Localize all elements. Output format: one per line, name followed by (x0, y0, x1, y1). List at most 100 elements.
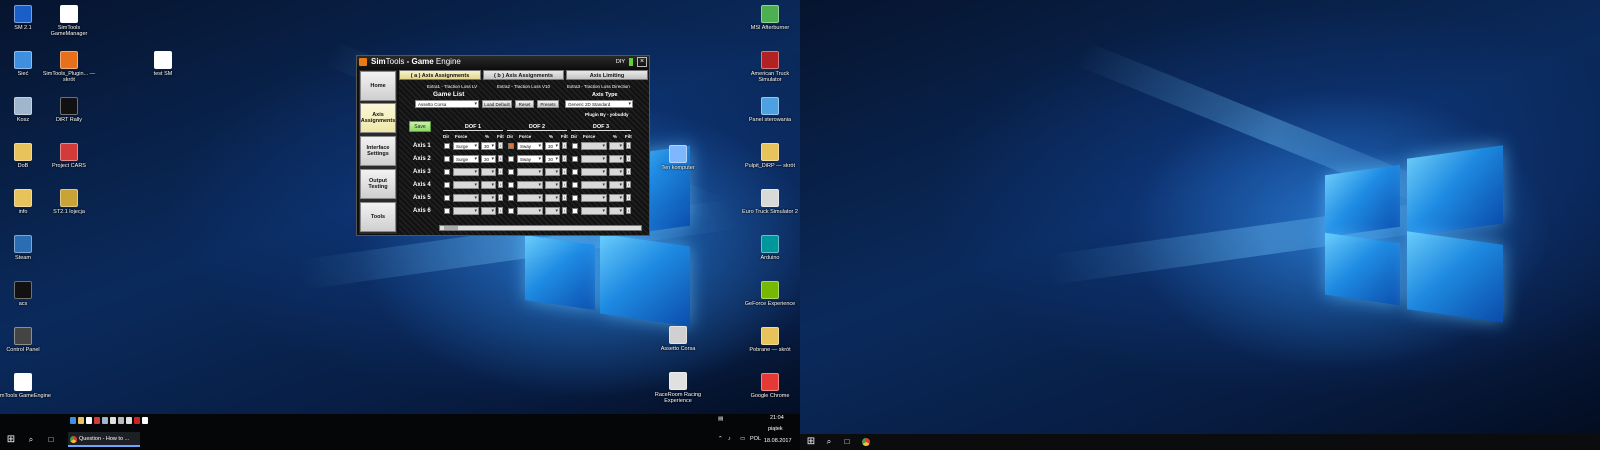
percent-select[interactable] (481, 194, 496, 202)
sidebar-home-button[interactable]: Home (360, 71, 396, 101)
filter-stepper[interactable]: ↕ (562, 168, 567, 175)
volume-icon[interactable]: ♪ (728, 436, 731, 442)
direction-checkbox[interactable] (444, 195, 450, 201)
start-button[interactable]: ⊞ (4, 432, 18, 448)
filter-stepper[interactable]: ↕ (626, 181, 631, 188)
reset-button[interactable]: Reset (515, 100, 534, 108)
filter-stepper[interactable]: ↕ (562, 142, 567, 149)
desktop-icon[interactable]: Google Chrome (742, 373, 798, 399)
axis-type-select[interactable]: Generic 2D Standard (565, 100, 633, 108)
quick-launch-icon[interactable] (110, 417, 116, 424)
direction-checkbox[interactable] (444, 182, 450, 188)
quick-launch-icon[interactable] (142, 417, 148, 424)
desktop-icon[interactable]: Panel sterowania (742, 97, 798, 123)
quick-launch-icon[interactable] (102, 417, 108, 424)
direction-checkbox[interactable] (508, 143, 514, 149)
filter-stepper[interactable]: ↕ (626, 155, 631, 162)
percent-select[interactable] (609, 168, 624, 176)
filter-stepper[interactable]: ↕ (498, 155, 503, 162)
search-icon[interactable]: ⌕ (822, 434, 836, 450)
filter-stepper[interactable]: ↕ (498, 181, 503, 188)
filter-stepper[interactable]: ↕ (498, 194, 503, 201)
filter-stepper[interactable]: ↕ (626, 194, 631, 201)
force-select[interactable] (581, 181, 607, 189)
force-select[interactable] (453, 194, 479, 202)
filter-stepper[interactable]: ↕ (498, 207, 503, 214)
desktop-icon[interactable]: MSI Afterburner (742, 5, 798, 31)
force-select[interactable] (517, 194, 543, 202)
percent-select[interactable]: 30 (545, 142, 560, 150)
percent-select[interactable] (545, 168, 560, 176)
filter-stepper[interactable]: ↕ (562, 194, 567, 201)
scrollbar-thumb[interactable] (444, 226, 458, 230)
task-view-icon[interactable]: □ (44, 432, 58, 448)
tab-1[interactable]: ( a ) Axis Assignments (399, 70, 481, 80)
force-select[interactable] (453, 207, 479, 215)
quick-launch-icon[interactable] (118, 417, 124, 424)
force-select[interactable] (517, 168, 543, 176)
desktop-icon[interactable]: Euro Truck Simulator 2 (742, 189, 798, 215)
direction-checkbox[interactable] (572, 208, 578, 214)
direction-checkbox[interactable] (444, 169, 450, 175)
save-button[interactable]: Save (409, 121, 431, 132)
quick-launch-icon[interactable] (86, 417, 92, 424)
desktop-icon[interactable]: SimTools_Plugin... — skrót (41, 51, 97, 83)
force-select[interactable]: Sway (517, 155, 543, 163)
quick-launch-icon[interactable] (70, 417, 76, 424)
action-center-icon[interactable]: ▭ (740, 436, 745, 442)
filter-stepper[interactable]: ↕ (498, 168, 503, 175)
desktop-icon[interactable]: Arduino (742, 235, 798, 261)
direction-checkbox[interactable] (444, 143, 450, 149)
desktop-icon[interactable]: SimTools GameEngine (0, 373, 51, 399)
sidebar-axis-assignments-button[interactable]: Axis Assignments (360, 103, 396, 133)
search-icon[interactable]: ⌕ (24, 432, 38, 448)
percent-select[interactable] (481, 168, 496, 176)
sidebar-output-testing-button[interactable]: Output Testing (360, 169, 396, 199)
language-indicator[interactable]: POL (750, 436, 761, 442)
filter-stepper[interactable]: ↕ (626, 168, 631, 175)
desktop-icon[interactable]: Steam (0, 235, 51, 261)
quick-launch-icon[interactable] (78, 417, 84, 424)
percent-select[interactable] (609, 194, 624, 202)
percent-select[interactable] (545, 194, 560, 202)
percent-select[interactable] (481, 207, 496, 215)
desktop-icon[interactable]: DiRT Rally (41, 97, 97, 123)
network-tray-icon[interactable]: ▤ (718, 416, 723, 422)
close-button[interactable]: × (637, 57, 647, 67)
title-bar[interactable]: SimTools - Game Engine DIY × (357, 56, 649, 68)
force-select[interactable]: Surge (453, 155, 479, 163)
filter-stepper[interactable]: ↕ (626, 207, 631, 214)
desktop-icon[interactable]: ST2.1 lojecja (41, 189, 97, 215)
direction-checkbox[interactable] (508, 169, 514, 175)
direction-checkbox[interactable] (508, 195, 514, 201)
percent-select[interactable] (481, 181, 496, 189)
desktop-icon[interactable]: acs (0, 281, 51, 307)
desktop-icon[interactable]: Pulpit_DiRP — skrót (742, 143, 798, 169)
desktop-icon[interactable]: RaceRoom Racing Experience (650, 372, 706, 404)
force-select[interactable] (581, 142, 607, 150)
sidebar-interface-settings-button[interactable]: Interface Settings (360, 136, 396, 166)
desktop-icon[interactable]: Pobrane — skrót (742, 327, 798, 353)
tab-2[interactable]: ( b ) Axis Assignments (483, 70, 564, 80)
game-select[interactable]: Assetto Corsa (415, 100, 479, 108)
taskbar-chrome-task[interactable]: Question - How to ... (68, 432, 140, 447)
filter-stepper[interactable]: ↕ (562, 155, 567, 162)
desktop-icon[interactable]: Ten komputer (650, 145, 706, 171)
tab-3[interactable]: Axis Limiting (566, 70, 648, 80)
force-select[interactable] (453, 181, 479, 189)
force-select[interactable] (517, 207, 543, 215)
load-default-button[interactable]: Load Default (482, 100, 512, 108)
desktop-icon[interactable]: SimTools GameManager (41, 5, 97, 37)
direction-checkbox[interactable] (572, 143, 578, 149)
direction-checkbox[interactable] (508, 182, 514, 188)
percent-select[interactable] (609, 181, 624, 189)
force-select[interactable] (581, 155, 607, 163)
quick-launch-icon[interactable] (134, 417, 140, 424)
percent-select[interactable]: 30 (481, 155, 496, 163)
filter-stepper[interactable]: ↕ (498, 142, 503, 149)
sidebar-tools-button[interactable]: Tools (360, 202, 396, 232)
percent-select[interactable]: 30 (545, 155, 560, 163)
chrome-icon[interactable] (862, 438, 870, 446)
direction-checkbox[interactable] (572, 156, 578, 162)
chevron-up-icon[interactable]: ⌃ (718, 436, 723, 442)
